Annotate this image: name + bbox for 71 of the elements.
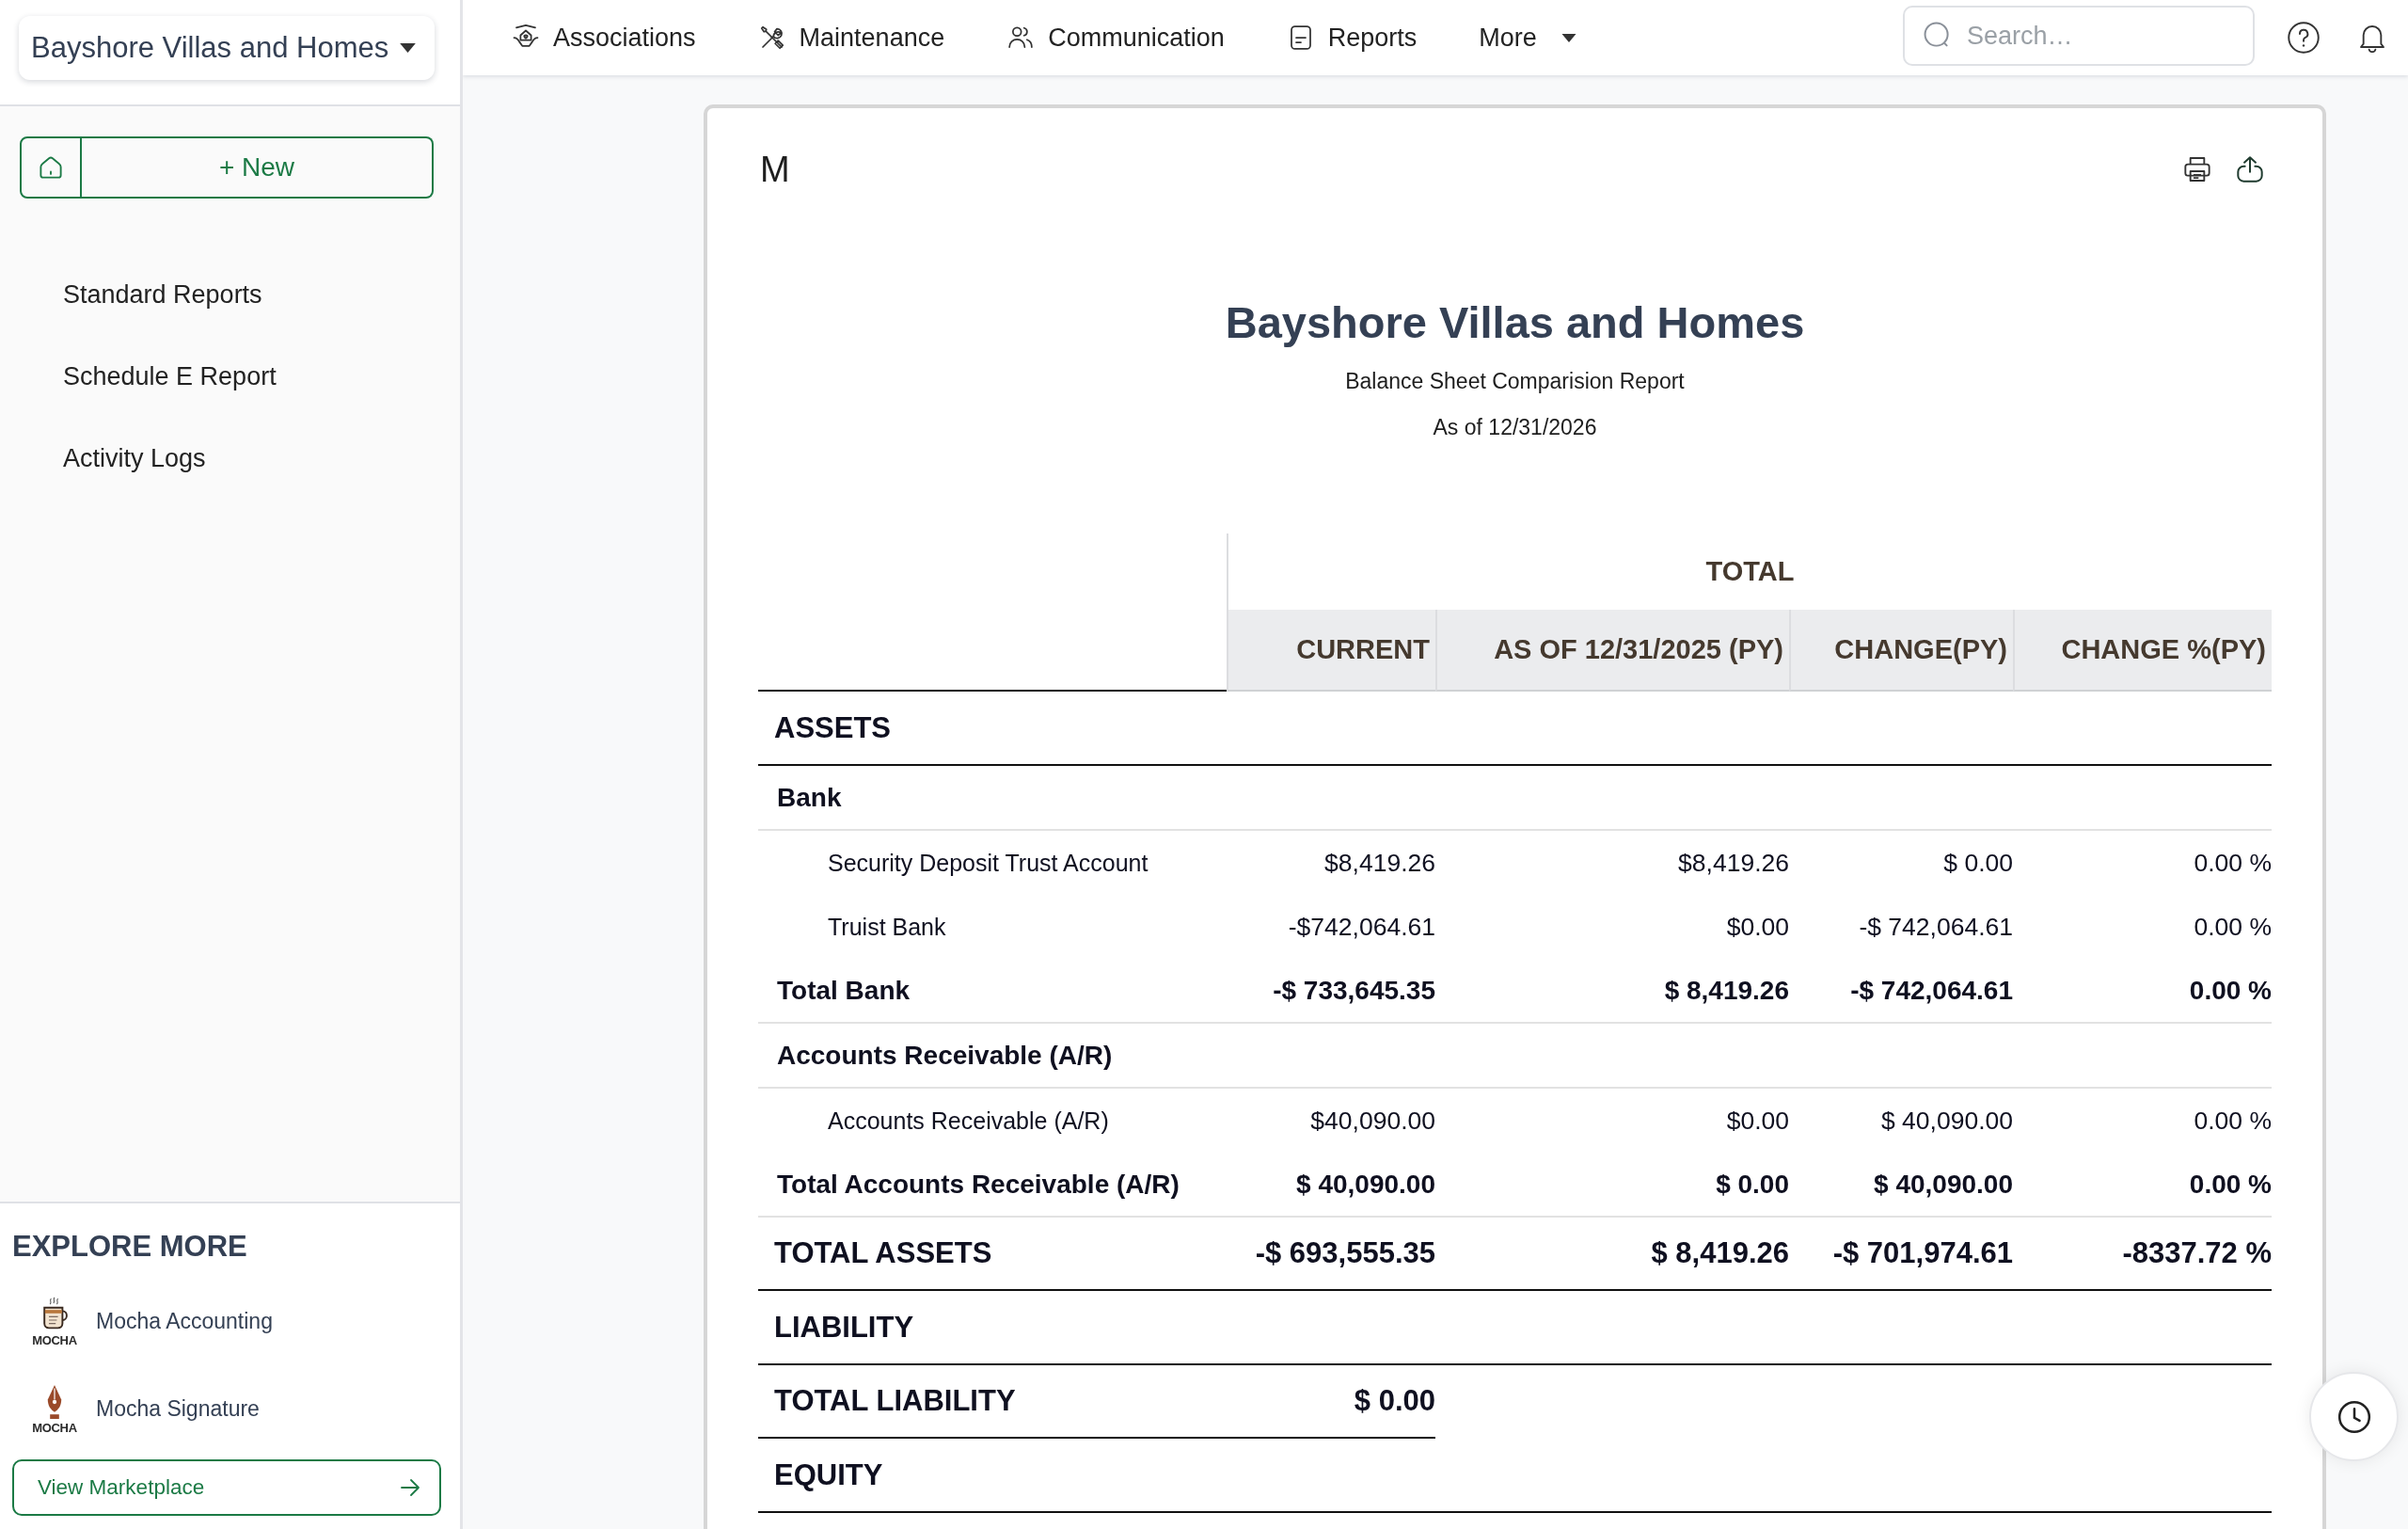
- table-cell-text: -$ 742,064.61: [1858, 911, 2013, 943]
- property-selector[interactable]: Bayshore Villas and Homes: [19, 16, 435, 80]
- column-header: CHANGE %(PY): [2013, 610, 2272, 692]
- share-icon[interactable]: [2235, 154, 2265, 184]
- column-header: AS OF 12/31/2025 (PY): [1435, 610, 1789, 692]
- table-cell: -8337.72 %: [2013, 1218, 2272, 1291]
- section-heading: ASSETS: [758, 692, 2272, 766]
- row-label: Accounts Receivable (A/R): [827, 1106, 1110, 1136]
- table-cell-text: -$742,064.61: [1287, 911, 1435, 943]
- table-cell-text: $0.00: [1725, 1105, 1789, 1137]
- table-cell-text: $8,419.26: [1677, 847, 1789, 879]
- nav-item[interactable]: More: [1479, 23, 1576, 53]
- search-field[interactable]: Search…: [1903, 6, 2255, 66]
- table-cell-text: 0.00 %: [2193, 911, 2272, 943]
- app-link[interactable]: Mocha Signature: [96, 1396, 260, 1422]
- printer-icon[interactable]: [2182, 154, 2212, 184]
- nav-item[interactable]: Associations: [512, 23, 696, 53]
- table-cell-text: $ 0.00: [1942, 847, 2013, 879]
- table-cell: $ 8,419.26: [1435, 1218, 1789, 1291]
- table-cell: $ 0.00: [1227, 1365, 1435, 1439]
- group-heading: Accounts Receivable (A/R): [758, 1024, 2272, 1089]
- nav-item[interactable]: Reports: [1286, 23, 1418, 53]
- table-cell: $ 0.00: [1435, 1153, 1789, 1218]
- home-button[interactable]: [20, 136, 82, 199]
- report-date: As of 12/31/2026: [1433, 414, 1597, 440]
- row-label: Truist Bank: [827, 912, 947, 942]
- column-header: CHANGE(PY): [1789, 610, 2013, 692]
- view-marketplace-button[interactable]: View Marketplace: [12, 1459, 441, 1516]
- group-heading: Bank: [758, 766, 2272, 831]
- sidebar-item[interactable]: Activity Logs: [20, 418, 206, 500]
- table-cell: $ 40,090.00: [1227, 1153, 1435, 1218]
- table-cell: -$ 693,555.35: [1227, 1218, 1435, 1291]
- table-cell: 0.00 %: [2013, 1153, 2272, 1218]
- table-cell: -$ 701,974.61: [1789, 1218, 2013, 1291]
- bell-icon[interactable]: [2358, 23, 2386, 53]
- table-cell: $ 8,419.26: [1435, 959, 1789, 1024]
- column-header: CURRENT: [1227, 610, 1435, 692]
- section-title: EXPLORE MORE: [12, 1230, 247, 1264]
- row-label: Total Bank: [758, 959, 1227, 1024]
- report-logo: M: [760, 154, 790, 184]
- help-icon[interactable]: [2287, 21, 2321, 55]
- report-subtitle: Balance Sheet Comparision Report: [1345, 368, 1685, 394]
- report-title: Bayshore Villas and Homes: [1225, 296, 1805, 349]
- new-button[interactable]: + New: [82, 136, 434, 199]
- nav-item[interactable]: Communication: [1006, 23, 1225, 53]
- table-cell-text: 0.00 %: [2193, 1105, 2272, 1137]
- caret-icon: [1560, 33, 1576, 42]
- row-label: TOTAL ASSETS: [758, 1218, 1227, 1291]
- row-label: Security Deposit Trust Account: [827, 848, 1149, 878]
- row-label: Total Accounts Receivable (A/R): [758, 1153, 1227, 1218]
- nav-item[interactable]: Maintenance: [757, 23, 945, 53]
- sidebar-item[interactable]: Standard Reports: [20, 254, 262, 336]
- section-heading: LIABILITY: [758, 1291, 2272, 1365]
- logo-text: MOCHA: [32, 1421, 77, 1435]
- table-cell-text: $ 40,090.00: [1880, 1105, 2013, 1137]
- table-cell-text: $40,090.00: [1309, 1105, 1435, 1137]
- table-cell: -$ 742,064.61: [1789, 959, 2013, 1024]
- clock-icon: [2336, 1398, 2372, 1435]
- logo-text: MOCHA: [32, 1333, 77, 1347]
- table-cell: $ 40,090.00: [1789, 1153, 2013, 1218]
- table-cell-text: 0.00 %: [2193, 847, 2272, 879]
- table-cell: 0.00 %: [2013, 959, 2272, 1024]
- table-cell-text: $0.00: [1725, 911, 1789, 943]
- sidebar-item[interactable]: Schedule E Report: [20, 336, 277, 418]
- arrow-right-icon: [400, 1478, 420, 1497]
- section-heading: EQUITY: [758, 1439, 2272, 1513]
- table-cell: -$ 733,645.35: [1227, 959, 1435, 1024]
- row-label: TOTAL LIABILITY: [758, 1365, 1227, 1439]
- caret-icon: [400, 43, 416, 53]
- table-cell-text: $8,419.26: [1323, 847, 1435, 879]
- app-link[interactable]: Mocha Accounting: [96, 1309, 273, 1334]
